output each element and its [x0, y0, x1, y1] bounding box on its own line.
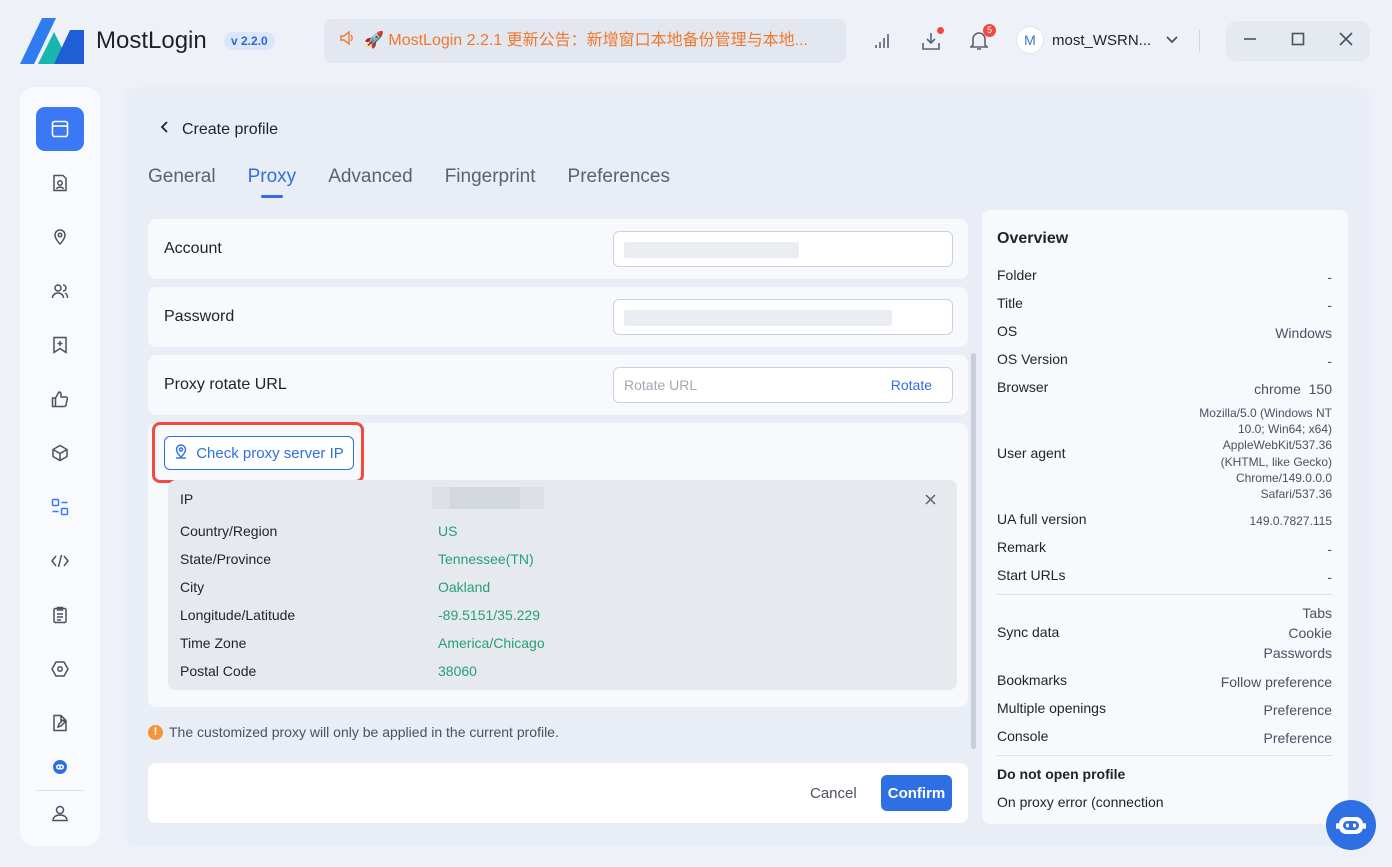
browser-window-icon[interactable]: [36, 107, 84, 151]
window-controls: [1226, 21, 1370, 61]
ip-info-panel: IP Country/Region US State/Province Tennes…: [168, 480, 957, 690]
form-footer: Cancel Confirm: [148, 763, 968, 823]
rotate-url-row: Proxy rotate URL Rotate: [148, 355, 968, 415]
highlight-box: [152, 422, 364, 483]
coordinates-row: Longitude/Latitude -89.5151/35.229: [180, 607, 540, 623]
layout-icon[interactable]: [36, 485, 84, 529]
overview-row: Title -: [997, 295, 1332, 313]
location-pin-icon[interactable]: [36, 215, 84, 259]
overview-row: OS Version -: [997, 351, 1332, 369]
hexagon-settings-icon[interactable]: [36, 647, 84, 691]
redacted-value: [624, 310, 892, 326]
avatar: M: [1016, 26, 1044, 54]
ip-row: IP: [180, 491, 194, 507]
cancel-button[interactable]: Cancel: [810, 785, 857, 802]
thumbs-up-icon[interactable]: [36, 377, 84, 421]
bookmark-add-icon[interactable]: [36, 323, 84, 367]
overview-divider: [997, 755, 1332, 756]
tab-proxy[interactable]: Proxy: [248, 166, 296, 198]
country-row: Country/Region US: [180, 523, 458, 539]
overview-row: Multiple openings Preference: [997, 700, 1332, 718]
assistant-bot-button[interactable]: [1326, 800, 1376, 850]
overview-cut-row: On proxy error (connection: [997, 794, 1164, 810]
warning-icon: !: [148, 724, 163, 740]
scrollbar[interactable]: [971, 353, 976, 749]
overview-row: OS Windows: [997, 323, 1332, 341]
username: most_WSRN...: [1052, 31, 1152, 49]
announcement-text: 🚀 MostLogin 2.2.1 更新公告：新增窗口本地备份管理与本地...: [364, 32, 809, 49]
account-label: Account: [164, 240, 222, 257]
account-row: Account: [148, 219, 968, 279]
user-icon[interactable]: [36, 791, 84, 835]
tab-advanced[interactable]: Advanced: [328, 166, 413, 188]
overview-row: Folder -: [997, 267, 1332, 285]
tab-preferences[interactable]: Preferences: [568, 166, 670, 188]
rotate-url-input[interactable]: [614, 368, 874, 402]
edit-doc-icon[interactable]: [36, 701, 84, 745]
user-agent-value: Mozilla/5.0 (Windows NT 10.0; Win64; x64…: [1199, 406, 1332, 502]
version-badge: v 2.2.0: [224, 32, 275, 50]
password-label: Password: [164, 308, 235, 325]
overview-row: Bookmarks Follow preference: [997, 672, 1332, 690]
maximize-icon[interactable]: [1291, 32, 1305, 51]
timezone-row: Time Zone America/Chicago: [180, 635, 545, 651]
mostlogin-logo: [20, 18, 84, 64]
proxy-note-text: The customized proxy will only be applie…: [169, 724, 559, 740]
sidebar: [20, 87, 100, 846]
minimize-icon[interactable]: [1243, 32, 1257, 51]
bot-small-icon[interactable]: [36, 745, 84, 789]
redacted-ip: [432, 487, 544, 509]
user-menu[interactable]: M most_WSRN...: [1016, 26, 1179, 54]
overview-row: Browser chrome 150: [997, 379, 1332, 397]
back-link[interactable]: Create profile: [160, 120, 278, 139]
chevron-left-icon: [160, 120, 170, 139]
state-row: State/Province Tennessee(TN): [180, 551, 534, 567]
speaker-icon: [340, 19, 356, 63]
code-icon[interactable]: [36, 539, 84, 583]
app-name: MostLogin: [96, 27, 207, 54]
users-icon[interactable]: [36, 269, 84, 313]
signal-icon[interactable]: [871, 29, 895, 53]
notification-badge: 5: [983, 24, 996, 37]
clipboard-icon[interactable]: [36, 593, 84, 637]
profile-card-icon[interactable]: [36, 161, 84, 205]
cube-icon[interactable]: [36, 431, 84, 475]
proxy-note: ! The customized proxy will only be appl…: [148, 724, 559, 740]
chevron-down-icon: [1165, 32, 1179, 49]
overview-panel: Overview Folder - Title - OS Windows OS Ver…: [982, 210, 1348, 824]
rotate-button[interactable]: Rotate: [891, 377, 932, 393]
close-icon[interactable]: [1339, 31, 1353, 51]
tab-bar: General Proxy Advanced Fingerprint Prefe…: [148, 166, 670, 198]
robot-icon: [1336, 817, 1366, 834]
rotate-url-label: Proxy rotate URL: [164, 376, 287, 393]
close-icon[interactable]: [925, 492, 936, 510]
account-input[interactable]: [613, 231, 953, 267]
tab-fingerprint[interactable]: Fingerprint: [445, 166, 536, 188]
titlebar-divider: [1199, 30, 1200, 52]
announcement-banner[interactable]: 🚀 MostLogin 2.2.1 更新公告：新增窗口本地备份管理与本地...: [324, 19, 846, 63]
password-input[interactable]: [613, 299, 953, 335]
overview-row: Remark -: [997, 539, 1332, 557]
overview-row: Console Preference: [997, 728, 1332, 746]
overview-section-label: Do not open profile: [997, 766, 1126, 782]
overview-row: Start URLs -: [997, 567, 1332, 585]
password-row: Password: [148, 287, 968, 347]
rotate-url-field: Rotate: [613, 367, 953, 403]
overview-row: UA full version 149.0.7827.115: [997, 511, 1332, 528]
tab-general[interactable]: General: [148, 166, 216, 188]
postal-code-row: Postal Code 38060: [180, 663, 477, 679]
overview-divider: [997, 594, 1332, 595]
confirm-button[interactable]: Confirm: [881, 775, 952, 811]
download-dot: [937, 27, 944, 34]
redacted-value: [624, 242, 799, 258]
sync-data-value: Tabs Cookie Passwords: [1263, 605, 1332, 661]
overview-title: Overview: [997, 230, 1069, 247]
city-row: City Oakland: [180, 579, 491, 595]
page-title: Create profile: [182, 120, 279, 138]
